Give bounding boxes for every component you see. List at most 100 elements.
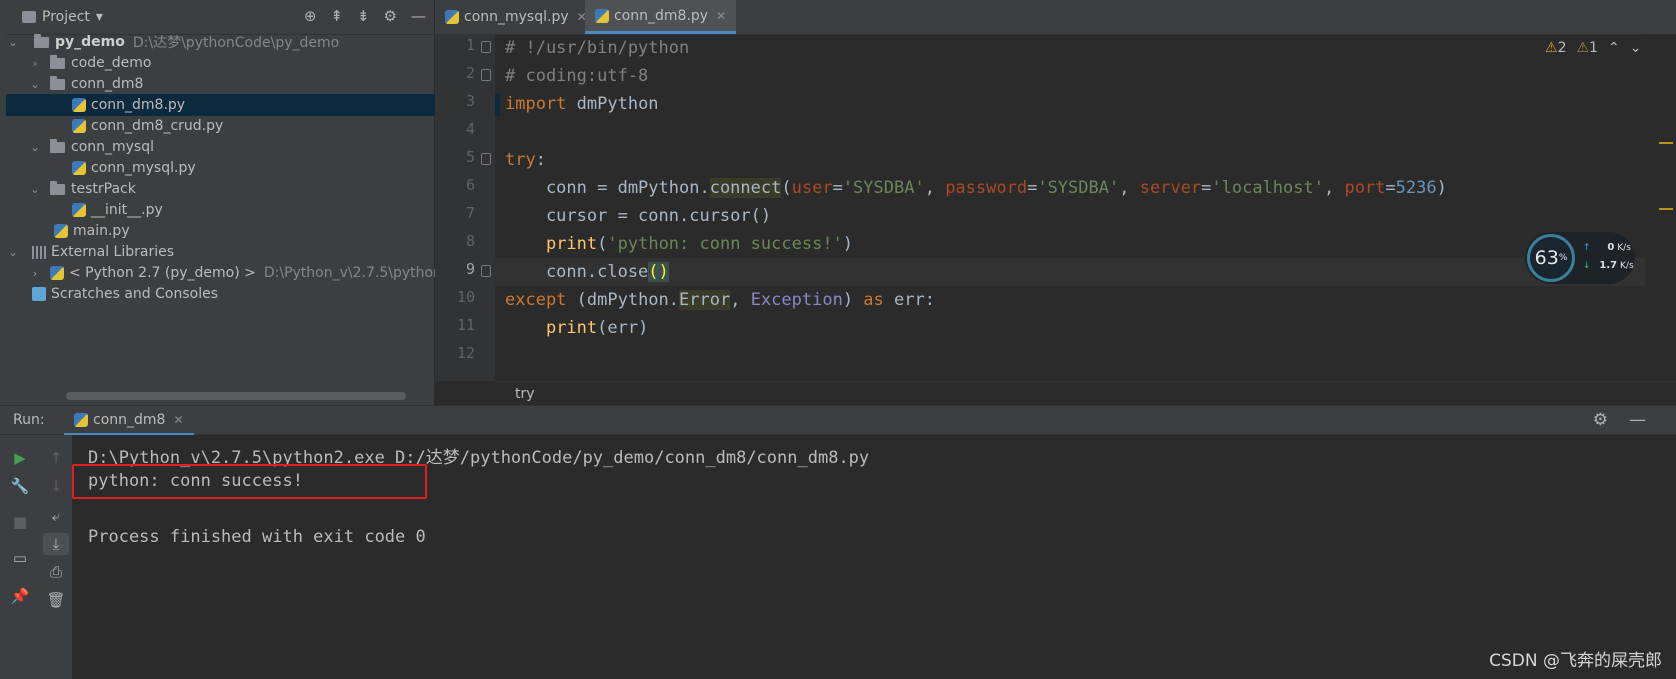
line-number: 6	[465, 176, 475, 194]
line-number-gutter: 1 2 3 4 5 6 7 8 9 10 11 12	[435, 34, 495, 381]
chevron-right-icon[interactable]: ›	[28, 57, 42, 70]
arrow-down-icon: ↓	[1583, 261, 1591, 271]
fold-marker-icon[interactable]	[481, 153, 491, 165]
close-icon[interactable]: ✕	[173, 413, 183, 427]
close-icon[interactable]: ✕	[716, 9, 726, 23]
tab-conn-mysql[interactable]: conn_mysql.py ✕	[435, 0, 597, 34]
tree-item-testrpack[interactable]: ⌄ testrPack	[6, 178, 456, 200]
python-file-icon	[72, 119, 86, 133]
chevron-down-icon[interactable]: ⌄	[28, 183, 42, 196]
tab-label: conn_mysql.py	[464, 9, 569, 25]
tree-item-scratches[interactable]: Scratches and Consoles	[6, 283, 460, 305]
tree-item-conn-dm8[interactable]: ⌄ conn_dm8	[6, 73, 456, 95]
scratches-icon	[32, 287, 46, 301]
project-horizontal-scrollbar[interactable]	[66, 392, 406, 400]
layout-icon[interactable]: ▭	[7, 547, 33, 569]
breadcrumb: try	[495, 381, 1676, 407]
project-panel: Project ▾ ⊕ ⇞ ⇟ ⚙ — ⌄ py_demo D:\达梦\pyth…	[6, 0, 500, 405]
code-editor[interactable]: # !/usr/bin/python # coding:utf-8 import…	[505, 34, 1645, 381]
folder-icon	[50, 75, 65, 90]
folder-icon	[34, 33, 49, 48]
warning-stripe[interactable]	[1659, 208, 1673, 210]
chevron-down-icon[interactable]: ⌄	[6, 246, 20, 259]
trash-icon[interactable]: 🗑	[43, 589, 69, 611]
tree-item-main-py[interactable]: main.py	[6, 220, 482, 242]
locate-icon[interactable]: ⊕	[304, 7, 317, 25]
chevron-down-icon: ▾	[95, 9, 103, 25]
line-number: 5	[465, 148, 475, 166]
tree-item-conn-dm8-crud-py[interactable]: conn_dm8_crud.py	[6, 115, 500, 137]
tree-item-conn-dm8-py[interactable]: conn_dm8.py	[6, 94, 500, 116]
gear-icon[interactable]: ⚙	[384, 7, 397, 25]
tree-item-code-demo[interactable]: › code_demo	[6, 52, 456, 74]
run-toolbar-secondary: ↑ ↓ ⤶ ⤓ ⎙ 🗑	[40, 435, 73, 679]
project-view-selector[interactable]: Project ▾	[22, 9, 103, 25]
warning-stripe[interactable]	[1659, 142, 1673, 144]
code-line-6: conn = dmPython.connect(user='SYSDBA', p…	[505, 178, 1447, 198]
line-number: 3	[465, 92, 475, 110]
run-tab-label: conn_dm8	[93, 411, 166, 428]
python-file-icon	[74, 412, 88, 427]
code-line-8: print('python: conn success!')	[545, 234, 854, 254]
code-line-2: # coding:utf-8	[505, 66, 649, 86]
tree-item-label: py_demo	[55, 34, 125, 50]
stop-icon[interactable]: ■	[7, 511, 33, 533]
rerun-icon[interactable]: ▶	[7, 447, 33, 469]
tab-conn-dm8[interactable]: conn_dm8.py ✕	[585, 0, 737, 34]
fold-marker-icon[interactable]	[481, 69, 491, 81]
chevron-down-icon[interactable]: ⌄	[6, 36, 20, 49]
fold-marker-icon[interactable]	[481, 41, 491, 53]
minimize-icon[interactable]: —	[411, 7, 426, 25]
soft-wrap-icon[interactable]: ⤶	[43, 505, 69, 527]
collapse-all-icon[interactable]: ⇟	[357, 7, 370, 25]
chevron-up-icon[interactable]: ⌃	[1608, 40, 1620, 56]
expand-all-icon[interactable]: ⇞	[330, 7, 343, 25]
project-folder-icon	[22, 11, 36, 23]
line-number: 4	[465, 120, 475, 138]
run-tab-conn-dm8[interactable]: conn_dm8 ✕	[64, 406, 194, 436]
line-number: 11	[456, 316, 475, 334]
network-speed-widget: 63% ↑ 0 K/s ↓ 1.7 K/s	[1525, 232, 1635, 284]
tree-item-conn-mysql-py[interactable]: conn_mysql.py	[6, 157, 500, 179]
inspection-widget[interactable]: ⚠2 ⚠1 ⌃ ⌄	[1545, 40, 1641, 56]
code-line-3: import dmPython	[505, 94, 659, 114]
tree-item-label: __init__.py	[91, 202, 163, 218]
python-file-icon	[72, 203, 86, 217]
chevron-down-icon[interactable]: ⌄	[28, 141, 42, 154]
upload-value: 0	[1607, 242, 1615, 253]
pin-icon[interactable]: 📌	[7, 585, 33, 607]
breadcrumb-item[interactable]: try	[515, 386, 535, 402]
chevron-right-icon[interactable]: ›	[28, 267, 42, 280]
arrow-down-icon[interactable]: ↓	[43, 475, 69, 497]
python-file-icon	[595, 8, 609, 23]
download-unit: K/s	[1620, 261, 1634, 271]
tree-item-python-sdk[interactable]: › < Python 2.7 (py_demo) > D:\Python_v\2…	[6, 262, 456, 284]
tree-item-label: conn_mysql	[71, 139, 155, 155]
scroll-to-end-icon[interactable]: ⤓	[43, 533, 69, 555]
tree-item-path: D:\达梦\pythonCode\py_demo	[132, 35, 340, 51]
print-icon[interactable]: ⎙	[43, 561, 69, 583]
arrow-up-icon[interactable]: ↑	[43, 447, 69, 469]
chevron-down-icon[interactable]: ⌄	[1630, 40, 1642, 56]
line-number: 2	[465, 64, 475, 82]
line-number: 12	[456, 344, 475, 362]
chevron-down-icon[interactable]: ⌄	[28, 78, 42, 91]
tree-item-label: testrPack	[71, 181, 136, 197]
code-line-9: conn.close()	[505, 262, 669, 282]
tree-item-init-py[interactable]: __init__.py	[6, 199, 500, 221]
weak-warning-icon: ⚠	[1576, 40, 1590, 56]
wrench-icon[interactable]: 🔧	[7, 475, 33, 497]
line-number: 8	[465, 232, 475, 250]
usage-percent: 63	[1534, 247, 1559, 269]
gear-icon[interactable]: ⚙	[1593, 410, 1608, 430]
tree-item-external-libraries[interactable]: ⌄ External Libraries	[6, 241, 434, 263]
editor-vertical-scrollbar[interactable]	[1645, 34, 1676, 381]
run-label: Run:	[13, 412, 45, 428]
line-number: 7	[465, 204, 475, 222]
fold-marker-icon[interactable]	[481, 265, 491, 277]
folder-icon	[50, 54, 65, 69]
python-sdk-icon	[50, 266, 64, 280]
minimize-icon[interactable]: —	[1629, 410, 1646, 430]
tree-item-conn-mysql[interactable]: ⌄ conn_mysql	[6, 136, 456, 158]
tree-item-py-demo[interactable]: ⌄ py_demo D:\达梦\pythonCode\py_demo	[6, 31, 434, 53]
